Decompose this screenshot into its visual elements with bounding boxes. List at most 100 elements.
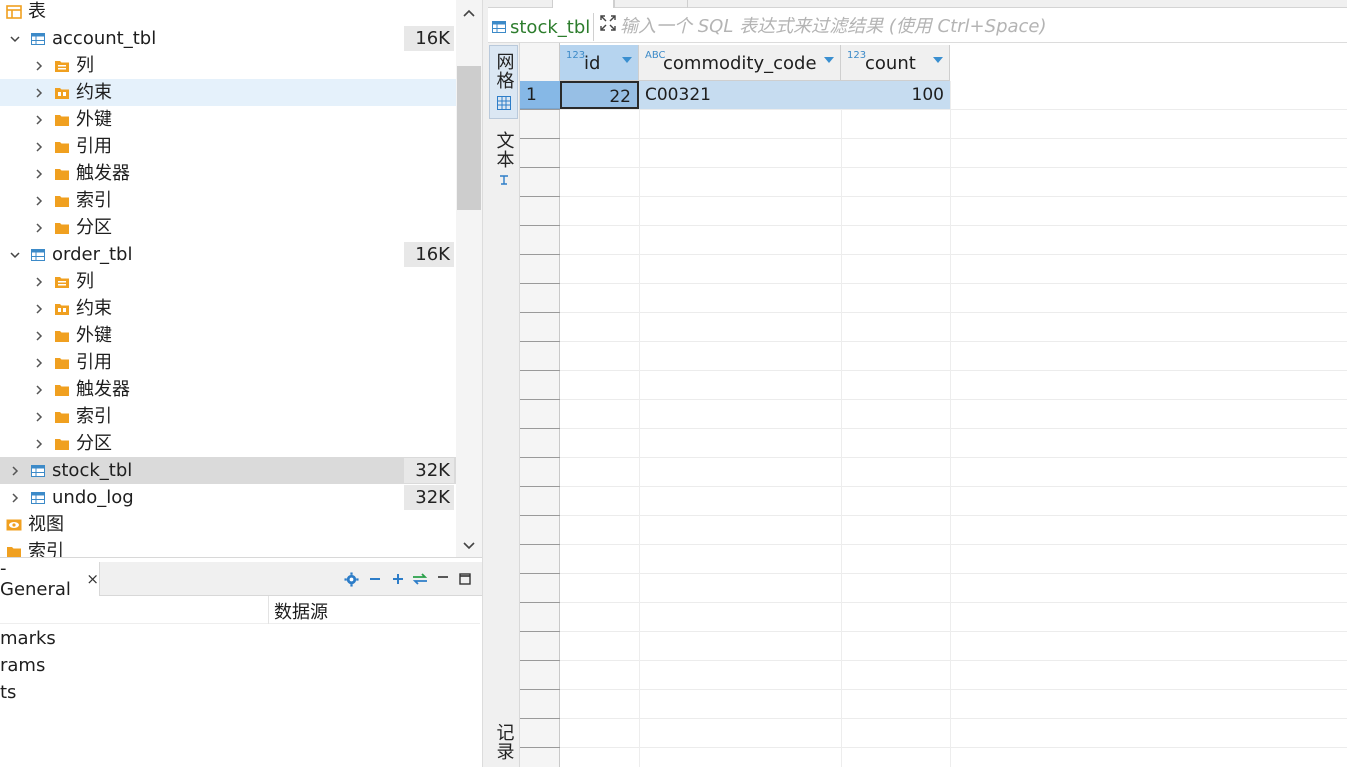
tree-folder-indexes[interactable]: 索引 xyxy=(0,538,456,557)
grid-divider xyxy=(560,689,1347,690)
sort-filter-icon[interactable] xyxy=(622,57,632,63)
filter-input[interactable] xyxy=(620,12,1340,40)
grid-divider xyxy=(560,341,1347,342)
tree-item-indexes[interactable]: 索引 xyxy=(0,187,456,214)
property-row[interactable]: rams xyxy=(0,652,45,679)
column-header-id[interactable]: 123 id xyxy=(560,45,639,81)
row-divider xyxy=(520,486,560,487)
chevron-right-icon[interactable] xyxy=(32,167,46,181)
grid-divider xyxy=(560,225,1347,226)
tree-item-triggers[interactable]: 触发器 xyxy=(0,376,456,403)
grid-divider xyxy=(560,283,1347,284)
table-icon xyxy=(30,31,46,47)
chevron-right-icon[interactable] xyxy=(32,383,46,397)
tree-item-references[interactable]: 引用 xyxy=(0,349,456,376)
tab-general[interactable]: - General × xyxy=(0,558,100,600)
editor-tab[interactable] xyxy=(552,0,614,8)
folder-icon xyxy=(54,355,70,371)
row-divider xyxy=(520,602,560,603)
table-chip-label: stock_tbl xyxy=(510,16,591,38)
cell-id[interactable]: 22 xyxy=(560,81,639,109)
editor-tab[interactable] xyxy=(614,0,688,8)
table-icon xyxy=(30,247,46,263)
row-number-column xyxy=(520,43,560,767)
collapse-all-icon[interactable] xyxy=(367,571,383,587)
chevron-right-icon[interactable] xyxy=(32,86,46,100)
navigator-scrollbar[interactable] xyxy=(456,0,482,557)
tree-item-foreign-keys[interactable]: 外键 xyxy=(0,106,456,133)
cell-count[interactable]: 100 xyxy=(841,81,950,109)
chevron-right-icon[interactable] xyxy=(32,113,46,127)
tab-text[interactable]: 文本 xyxy=(489,129,518,193)
table-size-badge: 16K xyxy=(404,26,454,51)
table-name: order_tbl xyxy=(52,244,133,265)
chevron-right-icon[interactable] xyxy=(32,59,46,73)
sort-filter-icon[interactable] xyxy=(824,57,834,63)
folder-icon xyxy=(54,436,70,452)
tree-folder-tables[interactable]: 表 xyxy=(0,0,456,25)
tree-item-columns[interactable]: 列 xyxy=(0,52,456,79)
table-icon xyxy=(30,463,46,479)
chevron-right-icon[interactable] xyxy=(32,302,46,316)
chevron-right-icon[interactable] xyxy=(32,329,46,343)
chevron-right-icon[interactable] xyxy=(32,194,46,208)
chevron-right-icon[interactable] xyxy=(8,491,22,505)
results-grid: 123 id ABC commodity_code 123 count 1 22… xyxy=(520,43,1347,767)
chevron-right-icon[interactable] xyxy=(32,437,46,451)
tree-item-constraints[interactable]: 约束 xyxy=(0,295,456,322)
tab-record[interactable]: 记录 xyxy=(489,719,518,767)
column-divider[interactable] xyxy=(268,596,269,624)
tree-table-account-tbl[interactable]: account_tbl 16K xyxy=(0,25,456,52)
chevron-down-icon[interactable] xyxy=(8,248,22,262)
editor-tab-strip xyxy=(488,0,1347,8)
expand-all-icon[interactable] xyxy=(390,571,406,587)
folder-icon xyxy=(54,112,70,128)
table-size-badge: 16K xyxy=(404,242,454,267)
maximize-icon[interactable] xyxy=(457,571,473,587)
chevron-right-icon[interactable] xyxy=(32,221,46,235)
column-header-count[interactable]: 123 count xyxy=(841,45,950,81)
link-with-editor-icon[interactable] xyxy=(412,571,428,587)
column-separator xyxy=(639,81,640,767)
cell-commodity-code[interactable]: C00321 xyxy=(639,81,841,109)
tree-item-partitions[interactable]: 分区 xyxy=(0,214,456,241)
scroll-up-icon[interactable] xyxy=(462,5,476,19)
tree-folder-views[interactable]: 视图 xyxy=(0,511,456,538)
table-chip[interactable]: stock_tbl xyxy=(492,13,594,41)
row-number[interactable]: 1 xyxy=(520,81,560,109)
tree-table-undo-log[interactable]: undo_log 32K xyxy=(0,484,456,511)
grid-divider xyxy=(560,515,1347,516)
tree-item-label: 触发器 xyxy=(76,163,130,184)
gear-icon[interactable] xyxy=(343,571,359,587)
minimize-icon[interactable] xyxy=(435,571,451,587)
tree-table-stock-tbl[interactable]: stock_tbl 32K xyxy=(0,457,456,484)
scrollbar-thumb[interactable] xyxy=(457,66,481,210)
grid-divider xyxy=(560,312,1347,313)
tree-item-references[interactable]: 引用 xyxy=(0,133,456,160)
column-header-commodity-code[interactable]: ABC commodity_code xyxy=(639,45,841,81)
tree-item-indexes[interactable]: 索引 xyxy=(0,403,456,430)
grid-divider xyxy=(560,370,1347,371)
chevron-down-icon[interactable] xyxy=(8,32,22,46)
tree-item-partitions[interactable]: 分区 xyxy=(0,430,456,457)
expand-icon[interactable] xyxy=(599,14,617,32)
property-row[interactable]: marks xyxy=(0,625,56,652)
row-divider xyxy=(520,370,560,371)
tree-item-triggers[interactable]: 触发器 xyxy=(0,160,456,187)
tree-item-label: 引用 xyxy=(76,136,112,157)
chevron-right-icon[interactable] xyxy=(32,410,46,424)
chevron-right-icon[interactable] xyxy=(8,464,22,478)
chevron-right-icon[interactable] xyxy=(32,356,46,370)
close-icon[interactable]: × xyxy=(86,570,99,588)
tree-item-constraints[interactable]: 约束 xyxy=(0,79,456,106)
sort-filter-icon[interactable] xyxy=(933,57,943,63)
tree-item-foreign-keys[interactable]: 外键 xyxy=(0,322,456,349)
tree-table-order-tbl[interactable]: order_tbl 16K xyxy=(0,241,456,268)
data-editor: stock_tbl 网格 文本 记录 123 id ABC commodity_… xyxy=(488,0,1347,767)
property-row[interactable]: ts xyxy=(0,679,16,706)
scroll-down-icon[interactable] xyxy=(462,536,476,550)
tree-item-columns[interactable]: 列 xyxy=(0,268,456,295)
tab-grid[interactable]: 网格 xyxy=(489,45,518,119)
chevron-right-icon[interactable] xyxy=(32,275,46,289)
chevron-right-icon[interactable] xyxy=(32,140,46,154)
